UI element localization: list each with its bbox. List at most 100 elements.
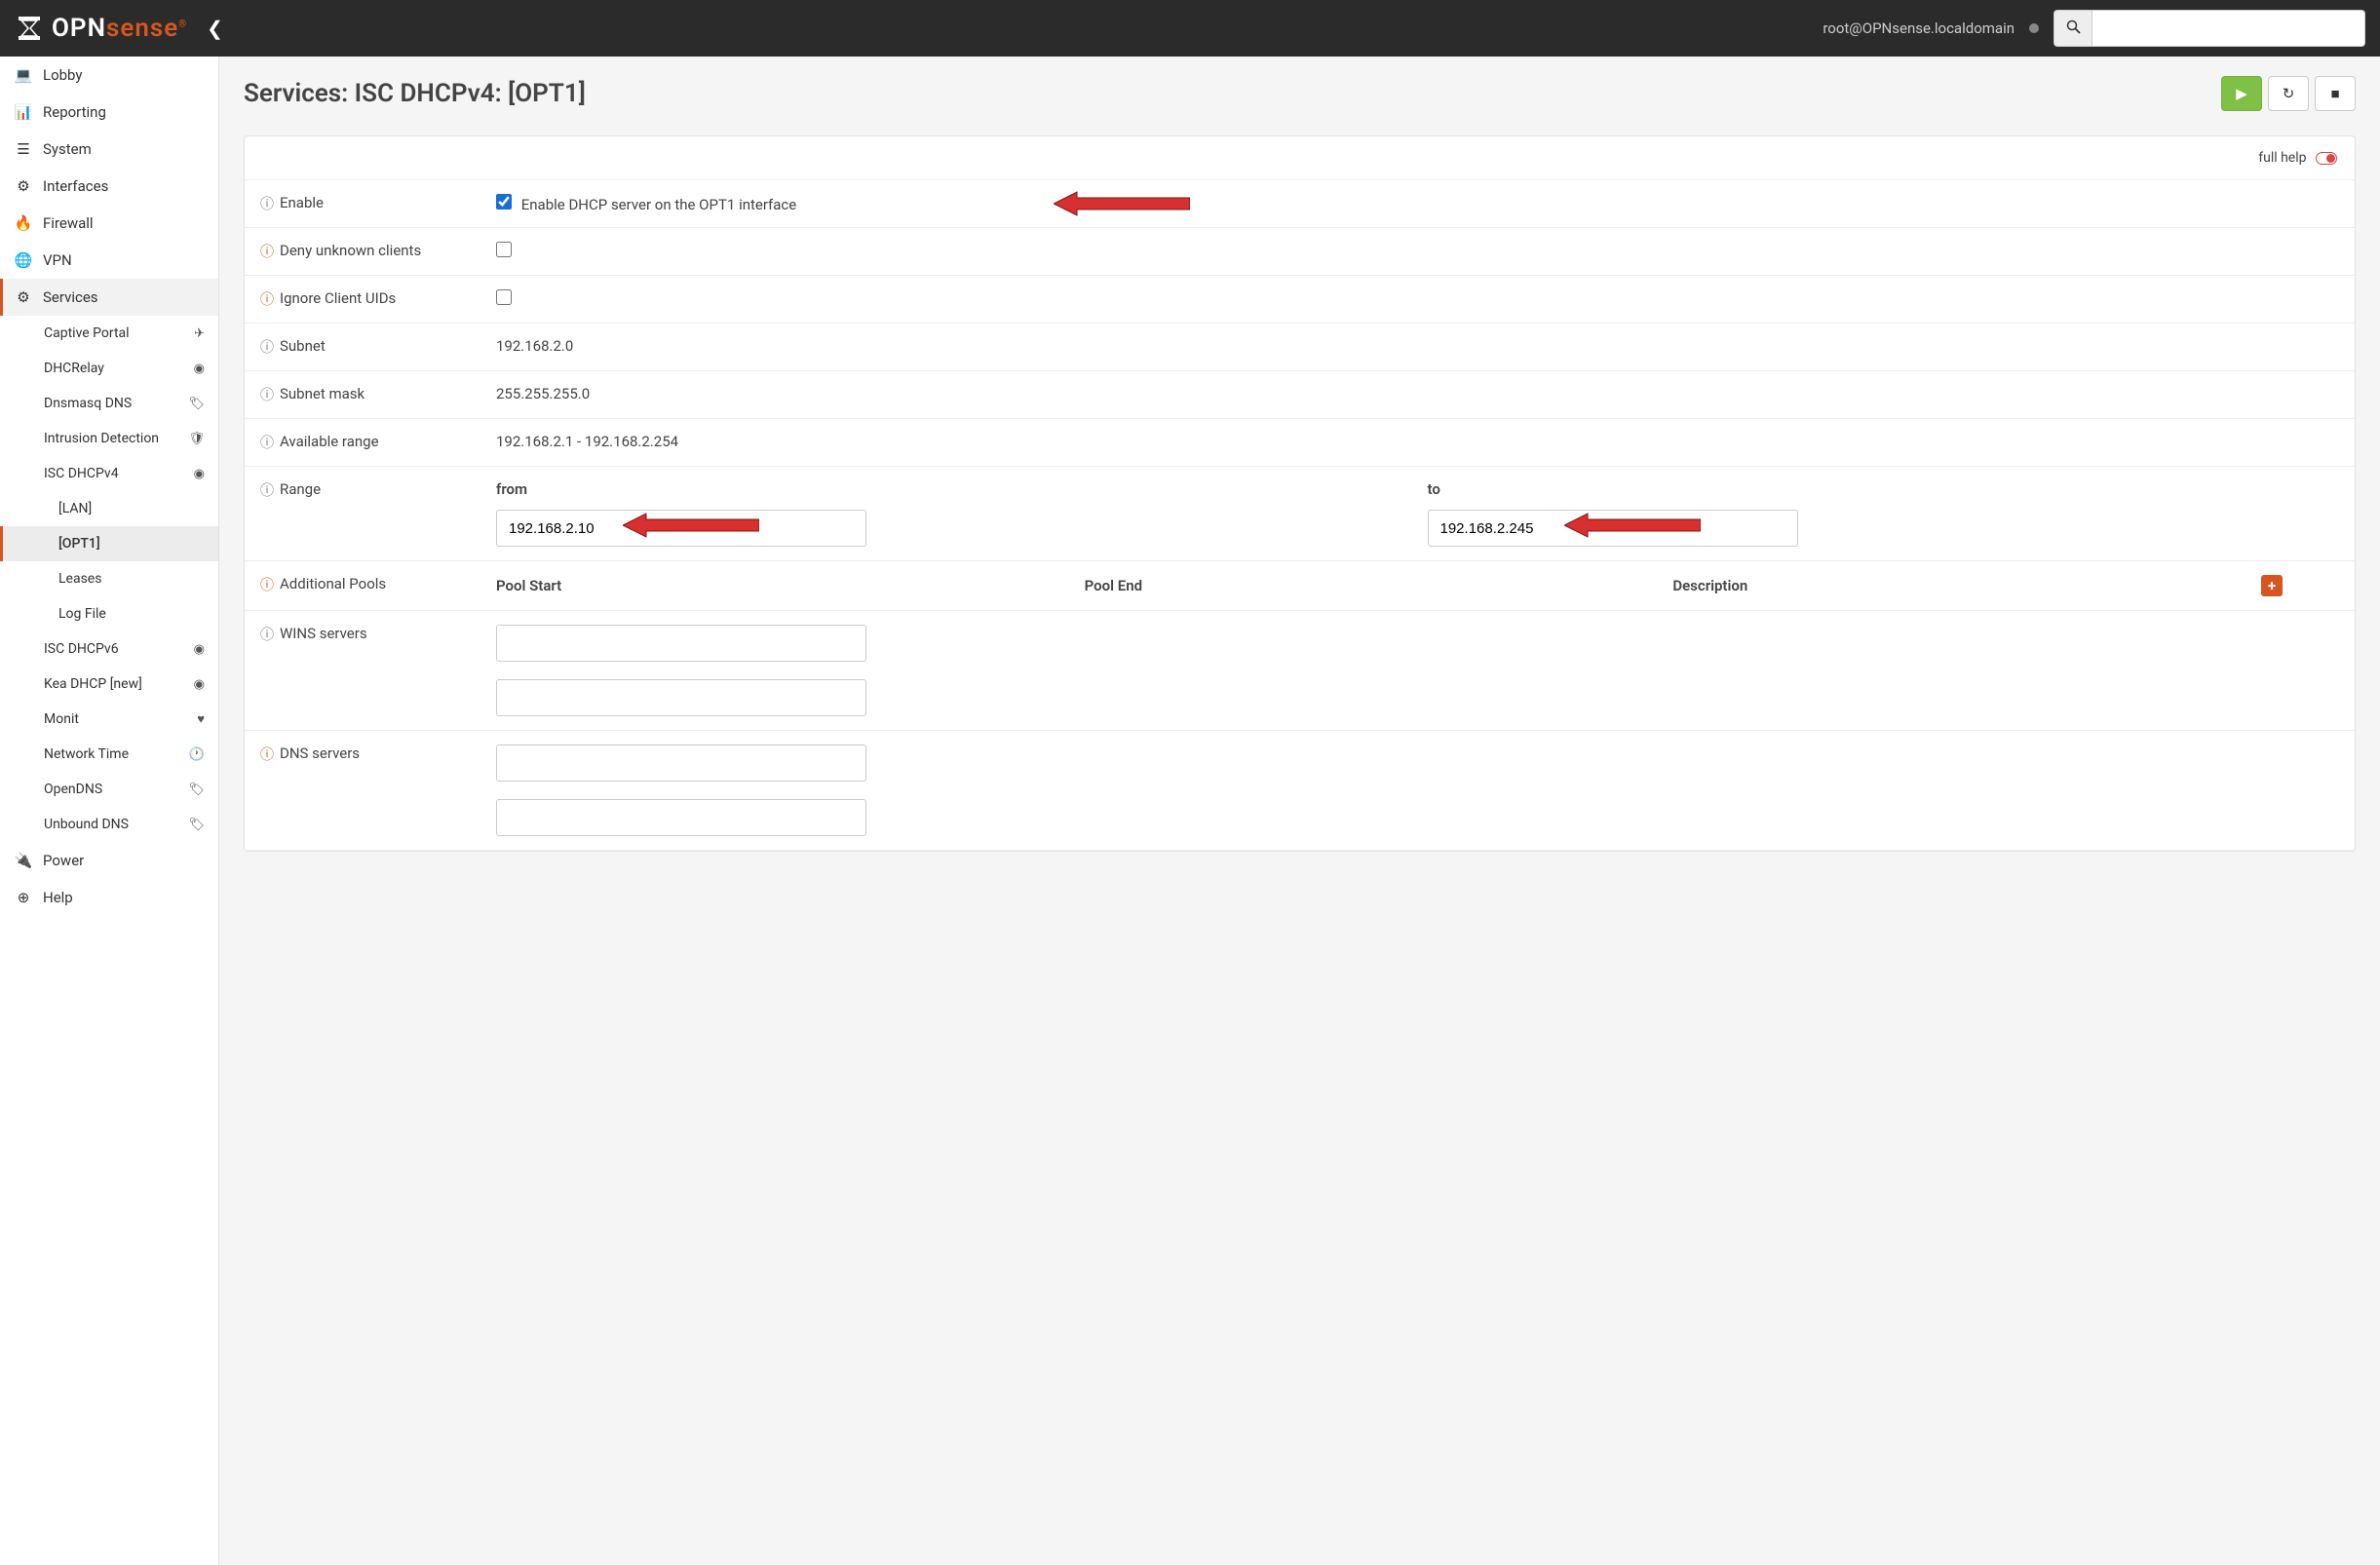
row-subnet-mask: ⓘSubnet mask 255.255.255.0 — [245, 371, 2355, 419]
logo-text: OPNsense® — [52, 14, 187, 43]
dot-icon: ◉ — [194, 467, 205, 481]
dot-icon: ◉ — [194, 677, 205, 692]
tag-icon: 🏷 — [188, 397, 205, 411]
sidebar-label: Leases — [58, 571, 101, 587]
full-help-label: full help — [2258, 150, 2306, 166]
range-from-header: from — [496, 480, 1408, 498]
info-icon[interactable]: ⓘ — [260, 625, 274, 644]
send-icon: ✈ — [194, 326, 205, 341]
play-icon: ▶ — [2236, 85, 2247, 102]
pool-start-header: Pool Start — [496, 577, 1075, 594]
stop-button[interactable]: ■ — [2315, 76, 2356, 111]
enable-checkbox[interactable] — [496, 194, 512, 210]
sidebar-sub-dnsmasq[interactable]: Dnsmasq DNS 🏷 — [0, 386, 218, 421]
sidebar-sub-intrusion[interactable]: Intrusion Detection🛡 — [0, 421, 218, 456]
sidebar-label: Dnsmasq DNS — [44, 396, 132, 411]
sidebar-sub-captive-portal[interactable]: Captive Portal ✈ — [0, 316, 218, 351]
field-label: Additional Pools — [280, 575, 386, 592]
info-icon[interactable]: ⓘ — [260, 194, 274, 213]
start-button[interactable]: ▶ — [2221, 76, 2262, 111]
user-label[interactable]: root@OPNsense.localdomain — [1823, 19, 2015, 37]
shield-icon: 🛡 — [188, 432, 205, 446]
add-pool-button[interactable]: + — [2261, 575, 2283, 596]
sidebar-label: VPN — [43, 251, 72, 269]
row-deny-unknown: ⓘ Deny unknown clients — [245, 228, 2355, 276]
full-help-toggle[interactable] — [2316, 152, 2337, 165]
dns-server-2-input[interactable] — [496, 799, 866, 836]
sidebar-dhcp-logfile[interactable]: Log File — [0, 596, 218, 631]
sidebar-label: Power — [43, 852, 84, 869]
dns-server-1-input[interactable] — [496, 744, 866, 782]
logo[interactable]: OPNsense® — [15, 14, 187, 43]
sidebar-label: ISC DHCPv6 — [44, 641, 119, 657]
sidebar-sub-opendns[interactable]: OpenDNS🏷 — [0, 772, 218, 807]
header-bar: OPNsense® ❮ root@OPNsense.localdomain — [0, 0, 2380, 57]
restart-button[interactable]: ↻ — [2268, 76, 2309, 111]
sidebar-item-help[interactable]: ⊕Help — [0, 879, 218, 916]
sidebar-dhcp-opt1[interactable]: [OPT1] — [0, 526, 218, 561]
sidebar-item-system[interactable]: ☰System — [0, 131, 218, 168]
pool-desc-header: Description — [1672, 577, 2251, 594]
dot-icon: ◉ — [194, 362, 205, 376]
refresh-icon: ↻ — [2283, 85, 2295, 102]
sidebar-item-interfaces[interactable]: ⚙Interfaces — [0, 168, 218, 205]
field-label: Enable — [280, 194, 324, 211]
page-header: Services: ISC DHCPv4: [OPT1] ▶ ↻ ■ — [244, 76, 2356, 111]
sidebar-sub-network-time[interactable]: Network Time🕐 — [0, 737, 218, 772]
field-label: Subnet mask — [280, 385, 365, 402]
field-label: Deny unknown clients — [280, 242, 421, 259]
sidebar-label: Firewall — [43, 214, 94, 232]
available-range-value: 192.168.2.1 - 192.168.2.254 — [480, 419, 2355, 466]
heart-icon: ♥ — [197, 711, 205, 727]
wins-server-1-input[interactable] — [496, 625, 866, 662]
sidebar-item-power[interactable]: 🔌Power — [0, 842, 218, 879]
info-icon[interactable]: ⓘ — [260, 385, 274, 404]
dot-icon: ◉ — [194, 642, 205, 657]
sidebar-sub-monit[interactable]: Monit ♥ — [0, 702, 218, 737]
info-icon[interactable]: ⓘ — [260, 575, 274, 594]
sidebar-item-vpn[interactable]: 🌐VPN — [0, 242, 218, 279]
search-input[interactable] — [2092, 10, 2365, 47]
sidebar: 💻Lobby 📊Reporting ☰System ⚙Interfaces 🔥F… — [0, 57, 219, 1565]
info-icon[interactable]: ⓘ — [260, 289, 274, 309]
sidebar-label: Captive Portal — [44, 325, 130, 341]
sidebar-dhcp-lan[interactable]: [LAN] — [0, 491, 218, 526]
sidebar-sub-kea-dhcp[interactable]: Kea DHCP [new]◉ — [0, 667, 218, 702]
life-ring-icon: ⊕ — [14, 889, 33, 906]
main-content: Services: ISC DHCPv4: [OPT1] ▶ ↻ ■ full … — [219, 57, 2380, 1565]
sidebar-sub-dhcrelay[interactable]: DHCRelay◉ — [0, 351, 218, 386]
sidebar-item-firewall[interactable]: 🔥Firewall — [0, 205, 218, 242]
wins-server-2-input[interactable] — [496, 679, 866, 716]
deny-unknown-checkbox[interactable] — [496, 242, 512, 257]
info-icon[interactable]: ⓘ — [260, 480, 274, 500]
sidebar-sub-isc-dhcpv4[interactable]: ISC DHCPv4 ◉ — [0, 456, 218, 491]
search-button[interactable] — [2054, 10, 2092, 47]
sidebar-dhcp-leases[interactable]: Leases — [0, 561, 218, 596]
clock-icon: 🕐 — [189, 747, 205, 762]
info-icon[interactable]: ⓘ — [260, 433, 274, 452]
info-icon[interactable]: ⓘ — [260, 242, 274, 261]
sidebar-item-lobby[interactable]: 💻Lobby — [0, 57, 218, 94]
row-wins: ⓘWINS servers — [245, 611, 2355, 731]
row-subnet: ⓘSubnet 192.168.2.0 — [245, 324, 2355, 371]
tag-icon: 🏷 — [188, 782, 205, 797]
field-label: Ignore Client UIDs — [280, 289, 396, 307]
row-ignore-uids: ⓘ Ignore Client UIDs — [245, 276, 2355, 324]
sidebar-item-services[interactable]: ⚙Services — [0, 279, 218, 316]
sidebar-label: Log File — [58, 606, 106, 622]
range-from-input[interactable] — [496, 510, 866, 547]
sidebar-label: ISC DHCPv4 — [44, 466, 119, 481]
row-available-range: ⓘ Available range 192.168.2.1 - 192.168.2… — [245, 419, 2355, 467]
info-icon[interactable]: ⓘ — [260, 337, 274, 357]
hourglass-icon — [15, 14, 44, 43]
sidebar-label: Monit — [44, 711, 79, 727]
sidebar-sub-isc-dhcpv6[interactable]: ISC DHCPv6 ◉ — [0, 631, 218, 667]
nav-toggle-icon[interactable]: ❮ — [207, 17, 223, 40]
row-additional-pools: ⓘAdditional Pools Pool Start Pool End De… — [245, 561, 2355, 611]
sidebar-item-reporting[interactable]: 📊Reporting — [0, 94, 218, 131]
sidebar-sub-unbound-dns[interactable]: Unbound DNS🏷 — [0, 807, 218, 842]
range-to-input[interactable] — [1428, 510, 1798, 547]
info-icon[interactable]: ⓘ — [260, 744, 274, 764]
ignore-uids-checkbox[interactable] — [496, 289, 512, 305]
field-label: Available range — [280, 433, 379, 450]
